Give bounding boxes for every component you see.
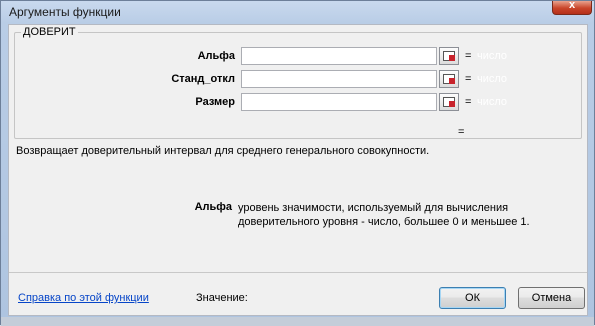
help-text-line: доверительного уровня - число, большее 0… [238, 216, 530, 228]
argument-type-hint: число [477, 96, 508, 108]
help-argument-text: уровень значимости, используемый для выч… [238, 201, 558, 229]
divider [9, 272, 587, 273]
collapse-dialog-button[interactable] [439, 93, 459, 111]
title-bar[interactable]: Аргументы функции x [1, 0, 594, 23]
help-link[interactable]: Справка по этой функции [18, 292, 149, 304]
argument-row-alpha: Альфа = число [15, 47, 581, 67]
function-name: ДОВЕРИТ [21, 26, 78, 38]
dialog-body: ДОВЕРИТ Альфа = число Станд_откл = число… [8, 24, 588, 316]
collapse-dialog-arrow-icon [449, 78, 455, 84]
argument-label: Размер [195, 96, 235, 108]
function-arguments-dialog: Аргументы функции x ДОВЕРИТ Альфа = числ… [0, 0, 595, 326]
collapse-dialog-button[interactable] [439, 70, 459, 88]
argument-label: Станд_откл [171, 73, 235, 85]
argument-equals: = [465, 73, 472, 85]
window-title: Аргументы функции [9, 5, 121, 19]
close-icon: x [568, 0, 576, 11]
help-argument-name: Альфа [194, 201, 232, 213]
function-group: ДОВЕРИТ Альфа = число Станд_откл = число… [14, 26, 582, 139]
argument-type-hint: число [477, 73, 508, 85]
argument-equals: = [465, 96, 472, 108]
argument-label: Альфа [197, 50, 235, 62]
help-text-line: уровень значимости, используемый для выч… [238, 202, 509, 214]
argument-row-size: Размер = число [15, 93, 581, 113]
collapse-dialog-button[interactable] [439, 47, 459, 65]
alpha-input[interactable] [241, 47, 437, 65]
argument-row-stdev: Станд_откл = число [15, 70, 581, 90]
argument-equals: = [465, 50, 472, 62]
collapse-dialog-arrow-icon [449, 55, 455, 61]
collapse-dialog-arrow-icon [449, 101, 455, 107]
close-button[interactable]: x [552, 0, 592, 15]
ok-button[interactable]: ОК [439, 287, 506, 309]
value-label: Значение: [196, 292, 248, 304]
argument-type-hint: число [477, 50, 508, 62]
function-description: Возвращает доверительный интервал для ср… [16, 145, 430, 157]
cancel-button[interactable]: Отмена [518, 287, 585, 309]
result-equals: = [458, 126, 465, 138]
size-input[interactable] [241, 93, 437, 111]
stdev-input[interactable] [241, 70, 437, 88]
